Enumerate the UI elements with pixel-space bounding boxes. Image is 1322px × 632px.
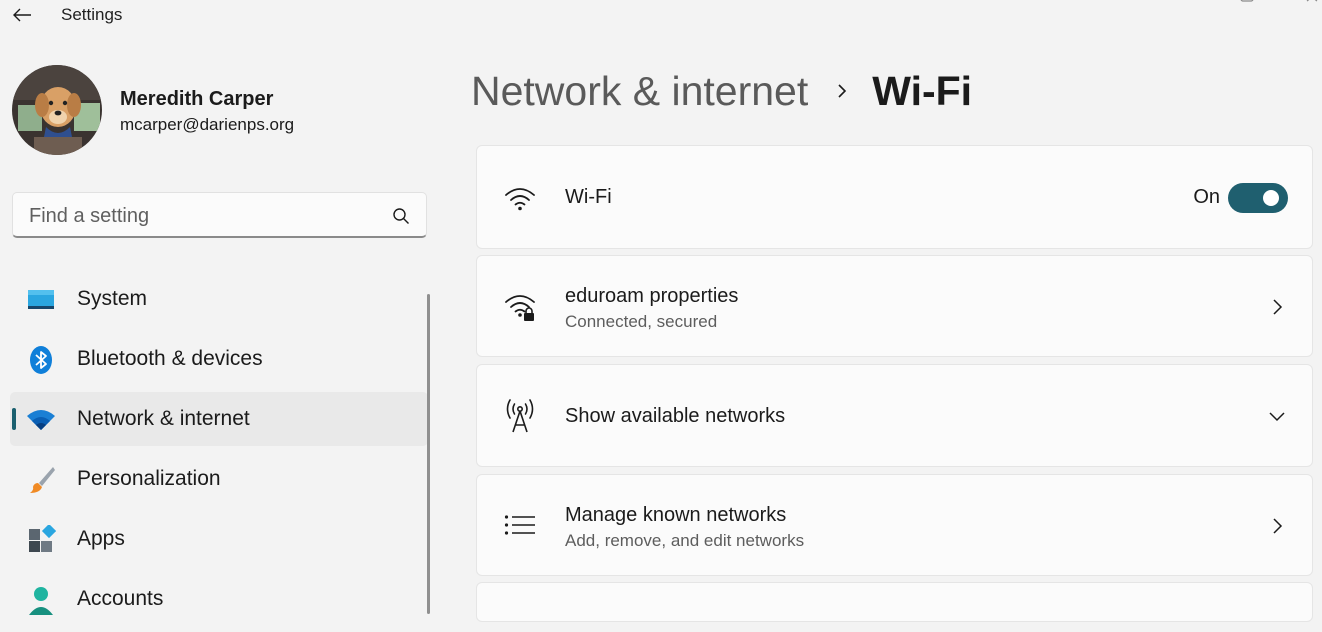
sidebar-item-label: Apps xyxy=(77,527,125,550)
wifi-state-label: On xyxy=(1193,186,1220,208)
search-input[interactable] xyxy=(27,201,381,231)
wifi-icon xyxy=(503,182,537,216)
breadcrumb-parent[interactable]: Network & internet xyxy=(471,68,808,115)
network-properties-card[interactable]: eduroam properties Connected, secured xyxy=(476,255,1313,357)
chevron-right-icon xyxy=(836,82,848,100)
sidebar-scrollbar[interactable] xyxy=(427,294,430,614)
network-name: eduroam properties xyxy=(565,285,739,307)
user-name: Meredith Carper xyxy=(120,88,274,110)
close-icon xyxy=(1306,0,1318,2)
available-networks-title: Show available networks xyxy=(565,405,786,427)
chevron-right-icon xyxy=(1268,298,1286,316)
wifi-secured-icon xyxy=(503,290,537,324)
back-button[interactable] xyxy=(8,2,36,28)
known-networks-subtitle: Add, remove, and edit networks xyxy=(565,531,805,550)
back-arrow-icon xyxy=(13,8,31,22)
page-title: Wi-Fi xyxy=(872,67,973,114)
sidebar-item-network[interactable]: Network & internet xyxy=(10,392,428,446)
maximize-icon xyxy=(1240,0,1254,2)
toggle-knob xyxy=(1263,190,1279,206)
chevron-down-icon[interactable] xyxy=(1268,407,1286,425)
sidebar-item-system[interactable]: System xyxy=(10,272,428,326)
selection-indicator xyxy=(12,408,16,430)
sidebar-item-apps[interactable]: Apps xyxy=(10,512,428,566)
user-email: mcarper@darienps.org xyxy=(120,115,295,134)
avatar-dog-photo xyxy=(12,65,102,155)
search-icon[interactable] xyxy=(392,207,410,225)
sidebar-item-label: Bluetooth & devices xyxy=(77,347,263,370)
known-networks-title: Manage known networks xyxy=(565,504,787,526)
sidebar-item-label: System xyxy=(77,287,148,310)
search-box xyxy=(12,192,427,238)
minimize-icon xyxy=(1170,0,1186,6)
breadcrumb: Network & internet Wi-Fi xyxy=(471,66,972,116)
app-title: Settings xyxy=(61,5,123,24)
sidebar-nav: System Bluetooth & devices Network & int… xyxy=(10,272,428,632)
available-networks-card[interactable]: Show available networks xyxy=(476,364,1313,467)
sidebar-item-personalization[interactable]: Personalization xyxy=(10,452,428,506)
paintbrush-icon xyxy=(26,465,56,495)
known-networks-card[interactable]: Manage known networks Add, remove, and e… xyxy=(476,474,1313,576)
bluetooth-icon xyxy=(26,345,56,375)
person-icon xyxy=(26,585,56,615)
more-settings-card[interactable] xyxy=(476,582,1313,622)
list-icon xyxy=(503,508,537,542)
close-button[interactable] xyxy=(1304,0,1322,8)
wifi-icon xyxy=(26,405,56,435)
antenna-icon xyxy=(503,399,537,433)
sidebar-item-label: Accounts xyxy=(77,587,164,610)
sidebar-item-label: Personalization xyxy=(77,467,221,490)
wifi-title: Wi-Fi xyxy=(565,186,612,208)
maximize-button[interactable] xyxy=(1237,0,1257,8)
sidebar-item-bluetooth[interactable]: Bluetooth & devices xyxy=(10,332,428,386)
system-icon xyxy=(26,285,56,315)
avatar[interactable] xyxy=(12,65,102,155)
sidebar-item-label: Network & internet xyxy=(77,407,250,430)
network-status: Connected, secured xyxy=(565,312,718,331)
wifi-toggle-card: Wi-Fi On xyxy=(476,145,1313,249)
chevron-right-icon xyxy=(1268,517,1286,535)
minimize-button[interactable] xyxy=(1168,0,1188,8)
wifi-toggle[interactable] xyxy=(1228,183,1288,213)
title-bar: Settings xyxy=(0,0,1322,32)
sidebar-item-accounts[interactable]: Accounts xyxy=(10,572,428,626)
apps-icon xyxy=(26,525,56,555)
